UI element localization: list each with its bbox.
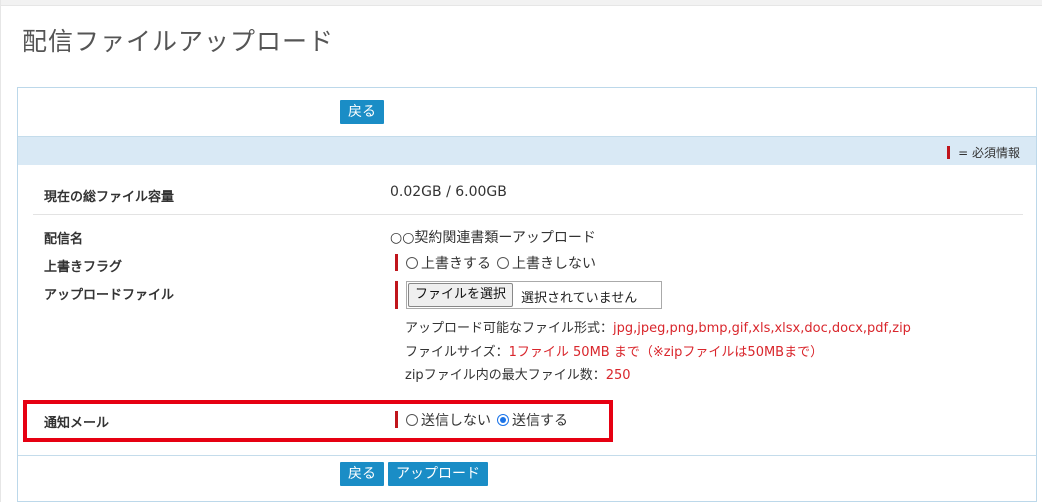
radio-icon[interactable]	[406, 257, 418, 269]
left-border	[0, 0, 1, 502]
zip-max-files-note: zipファイル内の最大ファイル数：250	[405, 364, 631, 383]
highlight-box	[23, 400, 613, 442]
back-button-top[interactable]: 戻る	[340, 100, 384, 124]
row-separator	[33, 214, 1023, 215]
total-capacity-label: 現在の総ファイル容量	[44, 190, 175, 205]
allowed-formats-value: jpg,jpeg,png,bmp,gif,xls,xlsx,doc,docx,p…	[613, 321, 911, 336]
bottom-actions: 戻る アップロード	[340, 462, 492, 486]
choose-file-button[interactable]: ファイルを選択	[408, 283, 514, 307]
file-status-text: 選択されていません	[521, 291, 638, 306]
radio-icon[interactable]	[497, 257, 509, 269]
total-capacity-value: 0.02GB / 6.00GB	[390, 184, 507, 200]
file-size-note: ファイルサイズ：1ファイル 50MB まで（※zipファイルは50MBまで）	[405, 341, 823, 360]
page-title: 配信ファイルアップロード	[22, 27, 335, 56]
required-marker-icon	[947, 146, 951, 159]
overwrite-option-no-label: 上書きしない	[512, 256, 596, 272]
overwrite-option-yes[interactable]: 上書きする	[406, 253, 491, 273]
zip-max-files-label: zipファイル内の最大ファイル数：	[405, 368, 606, 383]
top-border	[0, 0, 1042, 6]
required-marker-icon	[395, 281, 398, 309]
overwrite-flag-label: 上書きフラグ	[44, 260, 123, 275]
back-button-bottom[interactable]: 戻る	[340, 462, 384, 486]
upload-file-label: アップロードファイル	[44, 288, 175, 303]
delivery-name-value: ○○契約関連書類ーアップロード	[390, 230, 596, 246]
allowed-formats-label: アップロード可能なファイル形式：	[405, 321, 614, 336]
upload-button[interactable]: アップロード	[388, 462, 488, 486]
required-marker-icon	[395, 254, 398, 271]
overwrite-option-yes-label: 上書きする	[421, 256, 491, 272]
allowed-formats-note: アップロード可能なファイル形式：jpg,jpeg,png,bmp,gif,xls…	[405, 317, 911, 336]
upload-file-control: ファイルを選択 選択されていません	[390, 281, 662, 309]
overwrite-option-no[interactable]: 上書きしない	[497, 253, 596, 273]
required-legend-text: = 必須情報	[958, 146, 1020, 160]
delivery-name-label: 配信名	[44, 232, 84, 247]
zip-max-files-value: 250	[605, 368, 631, 383]
file-input[interactable]: ファイルを選択 選択されていません	[406, 281, 662, 309]
required-legend: = 必須情報	[947, 144, 1020, 161]
bottom-divider	[18, 455, 1036, 456]
file-size-value: 1ファイル 50MB まで（※zipファイルは50MBまで）	[508, 345, 824, 360]
top-actions: 戻る	[340, 100, 384, 124]
form-panel: 戻る = 必須情報 現在の総ファイル容量 0.02GB / 6.00GB 配信名…	[17, 87, 1037, 502]
overwrite-flag-options: 上書きする 上書きしない	[390, 253, 602, 273]
required-info-bar: = 必須情報	[18, 136, 1036, 165]
file-size-label: ファイルサイズ：	[405, 345, 509, 360]
